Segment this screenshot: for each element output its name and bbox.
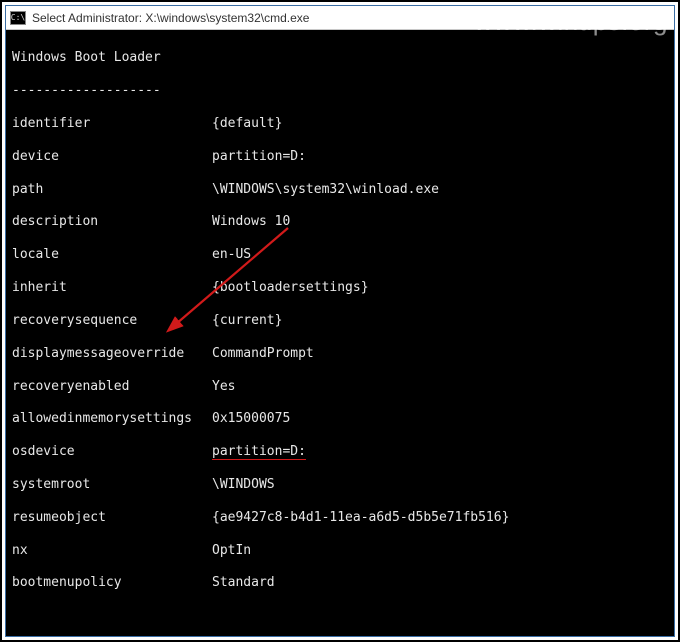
cmd-icon: C:\ — [10, 11, 26, 25]
bl-systemroot: systemroot\WINDOWS — [12, 477, 668, 493]
blank — [12, 608, 668, 624]
window-title: Select Administrator: X:\windows\system3… — [32, 11, 309, 25]
bl-inherit: inherit{bootloadersettings} — [12, 280, 668, 296]
bl-device: devicepartition=D: — [12, 149, 668, 165]
osdevice-highlight: partition=D: — [212, 444, 306, 460]
bl-osdevice: osdevicepartition=D: — [12, 444, 668, 460]
bl-bootmenupolicy: bootmenupolicyStandard — [12, 575, 668, 591]
terminal-output[interactable]: Windows Boot Loader ------------------- … — [6, 30, 674, 636]
bl-description: descriptionWindows 10 — [12, 214, 668, 230]
bl-locale: localeen-US — [12, 247, 668, 263]
bl-nx: nxOptIn — [12, 543, 668, 559]
bl-path: path\WINDOWS\system32\winload.exe — [12, 182, 668, 198]
screenshot-frame: C:\ Select Administrator: X:\windows\sys… — [0, 0, 680, 642]
bl-resumeobject: resumeobject{ae9427c8-b4d1-11ea-a6d5-d5b… — [12, 510, 668, 526]
bl-recoveryenabled: recoveryenabledYes — [12, 379, 668, 395]
titlebar[interactable]: C:\ Select Administrator: X:\windows\sys… — [6, 6, 674, 30]
bl-allowedinmemorysettings: allowedinmemorysettings0x15000075 — [12, 411, 668, 427]
boot-header: Windows Boot Loader — [12, 50, 668, 66]
cmd-window: C:\ Select Administrator: X:\windows\sys… — [5, 5, 675, 637]
boot-header-rule: ------------------- — [12, 83, 668, 99]
bl-identifier: identifier{default} — [12, 116, 668, 132]
bl-displaymessageoverride: displaymessageoverrideCommandPrompt — [12, 346, 668, 362]
bl-recoverysequence: recoverysequence{current} — [12, 313, 668, 329]
